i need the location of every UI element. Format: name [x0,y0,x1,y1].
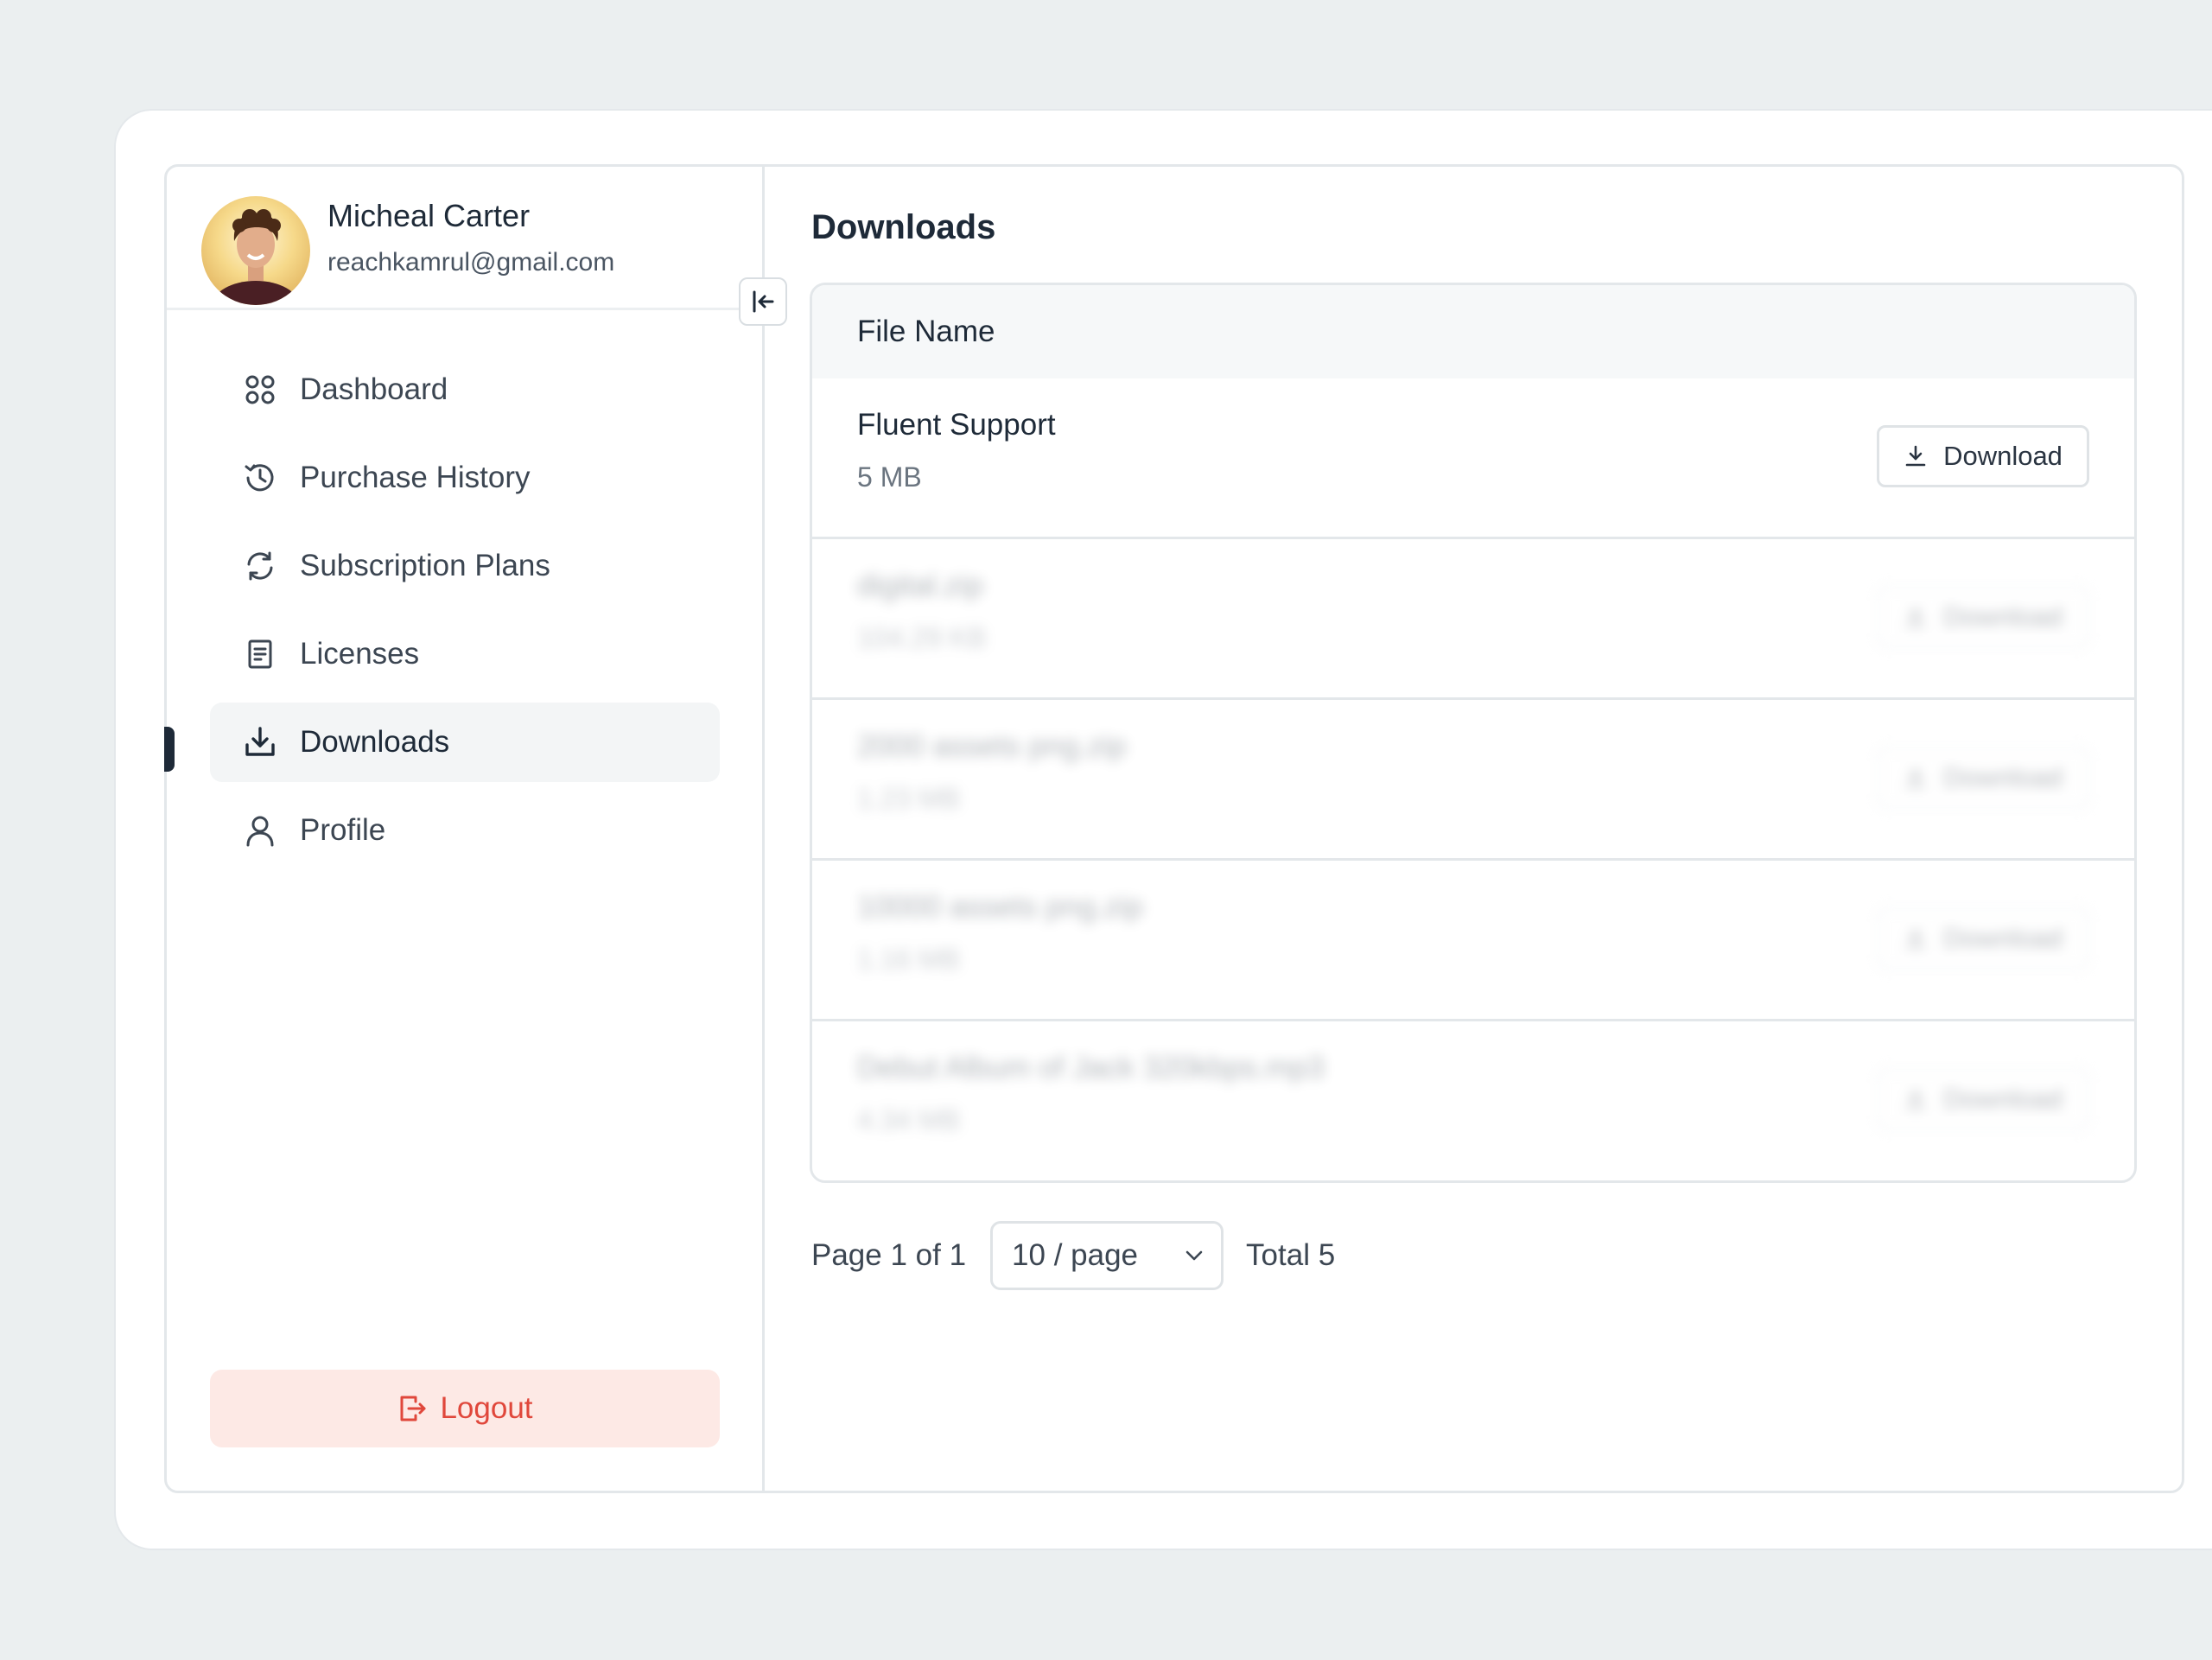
download-icon [1904,766,1928,790]
page-title: Downloads [811,208,996,246]
download-button[interactable]: Download [1877,907,2089,970]
user-icon [241,811,279,849]
sidebar-item-label: Profile [300,813,386,847]
download-button[interactable]: Download [1877,586,2089,648]
pagination: Page 1 of 1 10 / page Total 5 [811,1221,1335,1290]
page-info: Page 1 of 1 [811,1238,967,1272]
download-icon [241,723,279,761]
sidebar-item-label: Licenses [300,637,420,671]
download-icon [1904,1087,1928,1111]
user-email: reachkamrul@gmail.com [327,248,615,277]
table-header-file-name: File Name [812,285,2134,378]
file-size: 104.29 KB [857,622,987,653]
sidebar-item-dashboard[interactable]: Dashboard [210,350,720,429]
logout-label: Logout [440,1391,533,1425]
sidebar: Micheal Carter reachkamrul@gmail.com Das… [164,167,765,1491]
chevron-down-icon [1181,1243,1207,1269]
collapse-arrow-icon [749,288,777,315]
download-icon [1904,926,1928,951]
collapse-sidebar-button[interactable] [739,277,787,326]
file-name: digital.zip [857,569,983,602]
document-icon [241,635,279,673]
sidebar-item-licenses[interactable]: Licenses [210,614,720,694]
file-size: 5 MB [857,461,922,493]
download-button[interactable]: Download [1877,1068,2089,1130]
table-row: 2000 assets png.zip 1.23 MB Download [812,700,2134,861]
file-size: 1.16 MB [857,944,961,975]
page-size-value: 10 / page [1012,1238,1139,1272]
downloads-table: File Name Fluent Support 5 MB Download d… [810,283,2137,1183]
sidebar-item-label: Dashboard [300,372,448,406]
main-content: Downloads File Name Fluent Support 5 MB … [765,167,2182,1491]
active-nav-indicator [164,727,175,772]
user-profile-header: Micheal Carter reachkamrul@gmail.com [167,167,762,310]
avatar [201,196,310,305]
file-name: Fluent Support [857,408,1056,442]
sidebar-item-label: Purchase History [300,461,531,494]
logout-button[interactable]: Logout [210,1370,720,1447]
sidebar-nav: Dashboard Purchase History Subscription … [210,350,720,879]
file-name: 2000 assets png.zip [857,729,1127,763]
file-name: Debut Album of Jack 320kbps.mp3 [857,1051,1325,1084]
page-size-select[interactable]: 10 / page [990,1221,1224,1290]
sidebar-item-downloads[interactable]: Downloads [210,703,720,782]
logout-icon [397,1393,428,1424]
table-row: 10000 assets png.zip 1.16 MB Download [812,861,2134,1021]
account-panel: Micheal Carter reachkamrul@gmail.com Das… [164,164,2184,1493]
file-size: 1.23 MB [857,783,961,814]
dashboard-grid-icon [241,371,279,409]
download-icon [1904,605,1928,629]
table-row: Fluent Support 5 MB Download [812,378,2134,539]
download-button-label: Download [1943,441,2063,471]
table-row: digital.zip 104.29 KB Download [812,539,2134,700]
download-button[interactable]: Download [1877,425,2089,487]
download-button-label: Download [1943,923,2063,953]
table-row: Debut Album of Jack 320kbps.mp3 4.34 MB … [812,1021,2134,1180]
download-button-label: Download [1943,762,2063,792]
download-button-label: Download [1943,1084,2063,1114]
download-button[interactable]: Download [1877,747,2089,809]
total-count: Total 5 [1246,1238,1336,1272]
sidebar-item-label: Subscription Plans [300,549,550,582]
refresh-icon [241,547,279,585]
sidebar-item-subscription-plans[interactable]: Subscription Plans [210,526,720,606]
sidebar-item-profile[interactable]: Profile [210,791,720,870]
history-icon [241,459,279,497]
sidebar-item-purchase-history[interactable]: Purchase History [210,438,720,518]
file-name: 10000 assets png.zip [857,890,1143,924]
user-name: Micheal Carter [327,198,531,233]
download-icon [1904,444,1928,468]
download-button-label: Download [1943,601,2063,632]
sidebar-item-label: Downloads [300,725,450,759]
file-size: 4.34 MB [857,1104,961,1135]
